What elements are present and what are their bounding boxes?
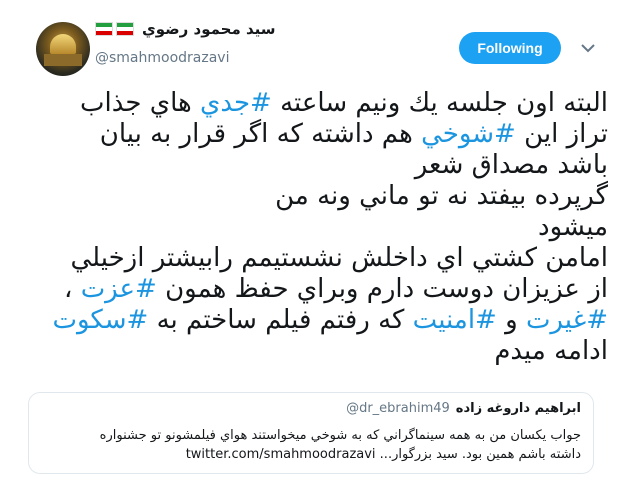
- tweet-line: البته اون جلسه يك ونيم ساعته #جدي هاي جذ…: [28, 88, 608, 119]
- tweet-line: باشد مصداق شعر: [28, 150, 608, 181]
- tweet-text-segment: ميشود: [538, 212, 608, 242]
- tweet-line: امامن كشتي اي داخلش نشستيمم رابيشتر ازخي…: [28, 243, 608, 274]
- tweet-line: گرپرده بيفتد نه تو ماني ونه من: [28, 181, 608, 212]
- iran-flag-icon: [95, 22, 113, 36]
- tweet-line: ميشود: [28, 212, 608, 243]
- avatar-base-shape: [44, 54, 82, 66]
- tweet-text-segment: ،: [64, 274, 81, 304]
- tweet-line: تراز اين #شوخي هم داشته كه اگر قرار به ب…: [28, 119, 608, 150]
- tweet-line: از عزيزان دوست دارم وبراي حفظ همون #عزت …: [28, 274, 608, 305]
- tweet-text-segment: ادامه ميدم: [494, 336, 608, 366]
- quoted-author-handle: @dr_ebrahim49: [346, 401, 450, 416]
- tweet-text: البته اون جلسه يك ونيم ساعته #جدي هاي جذ…: [28, 88, 608, 367]
- tweet-text-segment: از عزيزان دوست دارم وبراي حفظ همون: [156, 274, 608, 304]
- hashtag-link[interactable]: #سكوت: [52, 305, 148, 335]
- author-name-row[interactable]: سيد محمود رضوي: [95, 20, 276, 38]
- tweet-text-segment: هاي جذاب: [80, 88, 200, 118]
- hashtag-link[interactable]: #عزت: [81, 274, 157, 304]
- quoted-tweet[interactable]: @dr_ebrahim49 ابراهيم داروغه زاده جواب ي…: [28, 392, 594, 474]
- tweet-text-segment: هم داشته كه اگر قرار به بيان: [99, 119, 422, 149]
- tweet-text-segment: باشد مصداق شعر: [414, 150, 608, 180]
- quoted-author-name: ابراهيم داروغه زاده: [455, 401, 581, 416]
- tweet-text-segment: البته اون جلسه يك ونيم ساعته: [271, 88, 608, 118]
- quoted-tweet-header: @dr_ebrahim49 ابراهيم داروغه زاده: [41, 401, 581, 416]
- author-display-name[interactable]: سيد محمود رضوي: [142, 20, 276, 38]
- tweet-line: #غيرت و #امنيت كه رفتم فيلم ساختم به #سك…: [28, 305, 608, 336]
- author-handle[interactable]: @smahmoodrazavi: [95, 50, 229, 66]
- tweet-text-segment: گرپرده بيفتد نه تو ماني ونه من: [275, 181, 608, 211]
- iran-flag-icon: [116, 22, 134, 36]
- hashtag-link[interactable]: #شوخي: [421, 119, 516, 149]
- hashtag-link[interactable]: #غيرت: [526, 305, 608, 335]
- tweet-line: ادامه ميدم: [28, 336, 608, 367]
- avatar-dome-shape: [50, 34, 76, 54]
- author-avatar[interactable]: [36, 22, 90, 76]
- hashtag-link[interactable]: #امنيت: [413, 305, 497, 335]
- tweet-text-segment: امامن كشتي اي داخلش نشستيمم رابيشتر ازخي…: [70, 243, 608, 273]
- tweet-text-segment: تراز اين: [515, 119, 608, 149]
- quoted-tweet-line: داشته باشم همين بود. سيد بزرگوار... twit…: [185, 447, 581, 462]
- quoted-tweet-line: جواب يكسان من به همه سينماگراني كه به شو…: [99, 428, 581, 443]
- tweet-text-segment: و: [496, 305, 526, 335]
- following-button[interactable]: Following: [459, 32, 561, 64]
- tweet-text-segment: كه رفتم فيلم ساختم به: [148, 305, 413, 335]
- chevron-down-icon[interactable]: [578, 38, 598, 58]
- quoted-tweet-text: جواب يكسان من به همه سينماگراني كه به شو…: [41, 426, 581, 464]
- flag-emojis: [95, 22, 134, 36]
- hashtag-link[interactable]: #جدي: [200, 88, 272, 118]
